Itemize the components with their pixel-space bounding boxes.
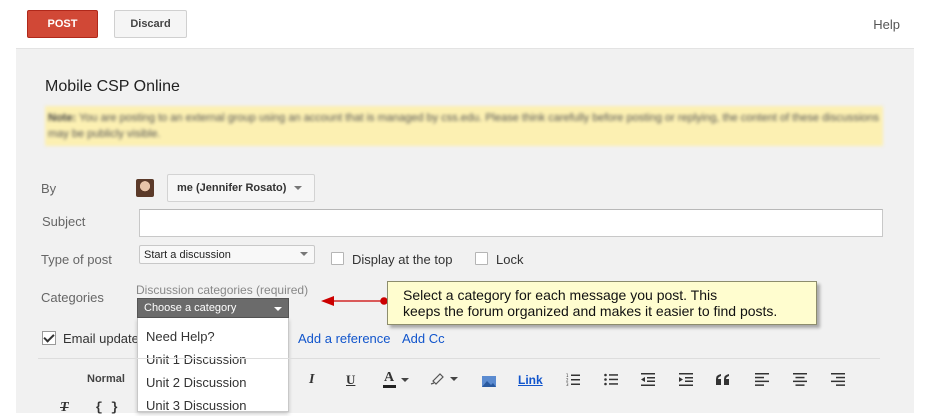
callout-line-2: keeps the forum organized and makes it e… xyxy=(403,303,778,319)
italic-button[interactable]: I xyxy=(309,372,314,388)
chevron-down-icon xyxy=(274,307,282,311)
by-label: By xyxy=(41,181,57,196)
category-dropdown-value: Choose a category xyxy=(144,302,237,314)
paragraph-style-dropdown[interactable]: Normal xyxy=(87,373,125,385)
align-right-icon[interactable] xyxy=(831,373,845,386)
category-dropdown[interactable]: Choose a category xyxy=(137,298,289,318)
help-link[interactable]: Help xyxy=(873,17,900,32)
add-cc-link[interactable]: Add Cc xyxy=(402,331,445,346)
add-reference-link[interactable]: Add a reference xyxy=(298,331,391,346)
chevron-down-icon xyxy=(300,252,308,256)
quote-icon[interactable] xyxy=(716,374,730,385)
callout-arrow-icon xyxy=(321,296,388,306)
svg-text:3: 3 xyxy=(566,382,569,386)
code-button[interactable]: { } xyxy=(95,400,118,415)
indent-more-icon[interactable] xyxy=(679,373,693,386)
categories-hint: Discussion categories (required) xyxy=(136,283,309,297)
category-menu: Need Help? Unit 1 Discussion Unit 2 Disc… xyxy=(137,318,289,413)
display-at-top-label: Display at the top xyxy=(352,252,453,267)
text-color-button[interactable]: A xyxy=(381,370,411,388)
color-swatch xyxy=(383,385,396,388)
note-text: You are posting to an external group usi… xyxy=(48,112,880,140)
highlighter-icon xyxy=(430,373,444,385)
bulleted-list-icon[interactable] xyxy=(604,373,618,386)
font-color-icon: A xyxy=(384,370,395,385)
insert-image-button[interactable] xyxy=(482,374,496,387)
email-updates-label: Email update xyxy=(63,331,137,346)
chevron-down-icon xyxy=(450,377,458,381)
chevron-down-icon xyxy=(294,186,303,190)
numbered-list-icon[interactable]: 1 2 3 xyxy=(566,373,580,386)
indent-less-icon[interactable] xyxy=(641,373,655,386)
category-option-unit-1[interactable]: Unit 1 Discussion xyxy=(146,352,246,367)
divider xyxy=(38,358,880,359)
callout-line-1: Select a category for each message you p… xyxy=(403,287,718,303)
subject-label: Subject xyxy=(42,214,86,229)
type-of-post-label: Type of post xyxy=(41,252,112,267)
align-center-icon[interactable] xyxy=(793,373,807,386)
type-of-post-value: Start a discussion xyxy=(144,248,231,261)
subject-input[interactable] xyxy=(139,209,883,237)
image-icon xyxy=(482,376,496,387)
category-option-need-help[interactable]: Need Help? xyxy=(146,329,215,344)
highlight-color-button[interactable] xyxy=(430,371,460,387)
lock-checkbox[interactable] xyxy=(475,252,488,265)
email-updates-checkbox[interactable] xyxy=(42,331,56,345)
instruction-callout: Select a category for each message you p… xyxy=(387,281,817,325)
group-title: Mobile CSP Online xyxy=(45,78,180,95)
avatar xyxy=(136,179,154,197)
author-dropdown-value: me (Jennifer Rosato) xyxy=(177,182,287,194)
lock-label: Lock xyxy=(496,252,524,267)
display-at-top-checkbox[interactable] xyxy=(331,252,344,265)
chevron-down-icon xyxy=(401,378,409,382)
category-option-unit-2[interactable]: Unit 2 Discussion xyxy=(146,375,246,390)
align-left-icon[interactable] xyxy=(755,373,769,386)
author-dropdown[interactable]: me (Jennifer Rosato) xyxy=(167,174,315,202)
post-button[interactable]: POST xyxy=(27,10,98,38)
categories-label: Categories xyxy=(41,290,104,305)
insert-link-button[interactable]: Link xyxy=(518,373,543,387)
category-option-unit-3[interactable]: Unit 3 Discussion xyxy=(146,398,246,413)
discard-button[interactable]: Discard xyxy=(114,10,187,38)
underline-button[interactable]: U xyxy=(346,372,355,388)
clear-formatting-button[interactable]: T xyxy=(60,400,69,416)
type-of-post-dropdown[interactable]: Start a discussion xyxy=(139,245,315,264)
note-label: Note: xyxy=(48,112,77,124)
external-group-note: Note: You are posting to an external gro… xyxy=(45,106,883,146)
